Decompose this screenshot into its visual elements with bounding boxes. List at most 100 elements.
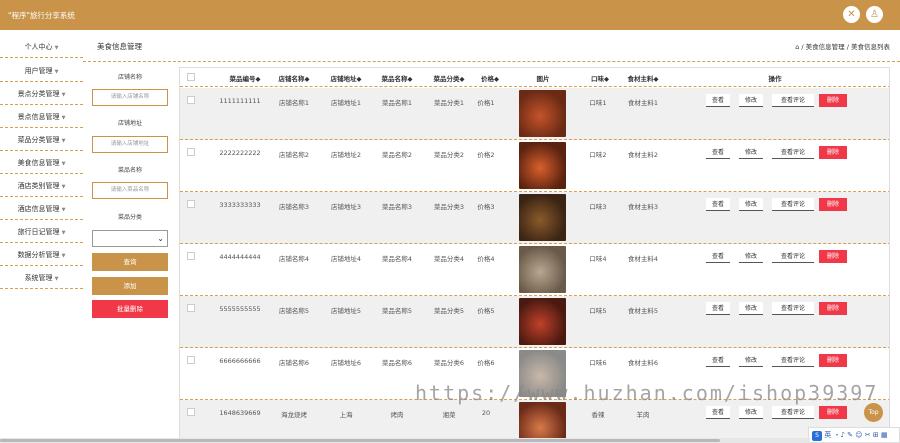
view-comments-button[interactable]: 查看评论 (772, 302, 814, 315)
sidebar-item-data-analysis[interactable]: 数据分析管理 ▼ (0, 244, 83, 266)
delete-button[interactable]: 删除 (819, 198, 847, 211)
dish-image[interactable] (519, 90, 566, 137)
view-button[interactable]: 查看 (706, 94, 730, 107)
shop-address-label: 店铺地址 (117, 120, 142, 127)
delete-button[interactable]: 删除 (819, 146, 847, 159)
dish-image[interactable] (519, 298, 566, 345)
select-all-checkbox[interactable] (187, 73, 195, 81)
shop-name-input[interactable]: 请输入店铺名称 (92, 89, 168, 106)
sidebar-item-dish-categories[interactable]: 菜品分类管理 ▼ (0, 129, 83, 151)
delete-button[interactable]: 删除 (819, 406, 847, 419)
breadcrumb: ⌂ / 美食信息管理 / 美食信息列表 (795, 41, 890, 51)
edit-button[interactable]: 修改 (739, 146, 763, 159)
view-button[interactable]: 查看 (706, 146, 730, 159)
view-button[interactable]: 查看 (706, 302, 730, 315)
row-checkbox[interactable] (187, 200, 195, 208)
view-comments-button[interactable]: 查看评论 (772, 94, 814, 107)
dish-category-label: 菜品分类 (117, 214, 142, 221)
cell-taste: 口味4 (589, 255, 607, 263)
col-price[interactable]: 价格◆ (472, 73, 508, 83)
cell-price: 价格1 (477, 99, 495, 107)
search-panel: 店铺名称 请输入店铺名称 店铺地址 请输入店铺地址 菜品名称 请输入菜品名称 菜… (83, 62, 177, 443)
col-ingredient[interactable]: 食材主料◆ (618, 73, 668, 83)
view-comments-button[interactable]: 查看评论 (772, 146, 814, 159)
cell-addr: 店铺地址1 (330, 99, 362, 107)
back-to-top-button[interactable]: Top (864, 403, 883, 422)
cell-ingredient: 食材主料2 (627, 151, 659, 159)
cell-taste: 口味1 (589, 99, 607, 107)
row-checkbox[interactable] (187, 96, 195, 104)
col-shop-address[interactable]: 店铺地址◆ (322, 73, 370, 83)
chevron-down-icon: ▼ (61, 207, 66, 213)
edit-button[interactable]: 修改 (739, 302, 763, 315)
dish-image[interactable] (519, 402, 566, 443)
dish-image[interactable] (519, 194, 566, 241)
sidebar-item-scenic-info[interactable]: 景点信息管理 ▼ (0, 106, 83, 128)
table-row: 4444444444 店铺名称4 店铺地址4 菜品名称4 菜品分类4 价格4 口味4 食材主料… (180, 244, 889, 296)
view-button[interactable]: 查看 (706, 406, 730, 419)
sidebar-item-users[interactable]: 用户管理 ▼ (0, 60, 83, 82)
delete-button[interactable]: 删除 (819, 354, 847, 367)
sidebar-item-hotel-categories[interactable]: 酒店类别管理 ▼ (0, 175, 83, 197)
query-button[interactable]: 查询 (92, 253, 168, 271)
row-checkbox[interactable] (187, 356, 195, 364)
cell-price: 价格6 (477, 359, 495, 367)
delete-button[interactable]: 删除 (819, 302, 847, 315)
col-operations: 操作 (768, 75, 782, 83)
col-dish-category[interactable]: 菜品分类◆ (425, 73, 473, 83)
cell-cat: 湘菜 (442, 411, 456, 419)
col-taste[interactable]: 口味◆ (582, 73, 618, 83)
user-icon[interactable]: ♙ (866, 6, 883, 23)
cell-shop: 海龙烧烤 (281, 411, 307, 419)
horizontal-scrollbar[interactable] (0, 438, 810, 443)
view-button[interactable]: 查看 (706, 354, 730, 367)
delete-button[interactable]: 删除 (819, 250, 847, 263)
edit-button[interactable]: 修改 (739, 94, 763, 107)
scrollbar-thumb[interactable] (0, 439, 720, 442)
edit-button[interactable]: 修改 (739, 250, 763, 263)
dish-image[interactable] (519, 246, 566, 293)
sidebar-item-system[interactable]: 系统管理 ▼ (0, 267, 83, 289)
dish-category-select[interactable]: ⌄ (92, 230, 168, 247)
tools-icon[interactable]: ✕ (843, 6, 860, 23)
sidebar-item-travel-diary[interactable]: 旅行日记管理 ▼ (0, 221, 83, 243)
cell-code: 3333333333 (219, 201, 261, 209)
row-checkbox[interactable] (187, 408, 195, 416)
chevron-down-icon: ▼ (61, 138, 66, 144)
edit-button[interactable]: 修改 (739, 406, 763, 419)
breadcrumb-text[interactable]: / 美食信息管理 / 美食信息列表 (801, 43, 890, 51)
cell-cat: 菜品分类4 (433, 255, 465, 263)
col-dish-name[interactable]: 菜品名称◆ (373, 73, 421, 83)
view-comments-button[interactable]: 查看评论 (772, 406, 814, 419)
col-dish-code[interactable]: 菜品编号◆ (215, 73, 275, 83)
ime-language[interactable]: 英 (824, 431, 831, 439)
edit-button[interactable]: 修改 (739, 354, 763, 367)
view-button[interactable]: 查看 (706, 250, 730, 263)
cell-taste: 口味6 (589, 359, 607, 367)
dish-image[interactable] (519, 142, 566, 189)
row-checkbox[interactable] (187, 148, 195, 156)
sidebar-item-food-info[interactable]: 美食信息管理 ▼ (0, 152, 83, 174)
dish-name-input[interactable]: 请输入菜品名称 (92, 182, 168, 199)
row-checkbox[interactable] (187, 304, 195, 312)
sidebar-item-personal-center[interactable]: 个人中心 ▼ (0, 36, 83, 58)
view-comments-button[interactable]: 查看评论 (772, 250, 814, 263)
row-checkbox[interactable] (187, 252, 195, 260)
col-image: 图片 (536, 75, 550, 83)
view-comments-button[interactable]: 查看评论 (772, 354, 814, 367)
sidebar-item-label: 个人中心 (24, 43, 53, 51)
ime-icon[interactable]: S (812, 431, 822, 441)
col-shop-name[interactable]: 店铺名称◆ (270, 73, 318, 83)
home-icon[interactable]: ⌂ (795, 43, 799, 51)
view-comments-button[interactable]: 查看评论 (772, 198, 814, 211)
view-button[interactable]: 查看 (706, 198, 730, 211)
cell-ingredient: 羊肉 (636, 411, 650, 419)
shop-address-input[interactable]: 请输入店铺地址 (92, 136, 168, 153)
edit-button[interactable]: 修改 (739, 198, 763, 211)
sidebar-item-label: 酒店信息管理 (17, 205, 60, 213)
sidebar-item-hotel-info[interactable]: 酒店信息管理 ▼ (0, 198, 83, 220)
sidebar-item-scenic-categories[interactable]: 景点分类管理 ▼ (0, 83, 83, 105)
add-button[interactable]: 添加 (92, 277, 168, 295)
delete-button[interactable]: 删除 (819, 94, 847, 107)
batch-delete-button[interactable]: 批量删除 (92, 300, 168, 318)
